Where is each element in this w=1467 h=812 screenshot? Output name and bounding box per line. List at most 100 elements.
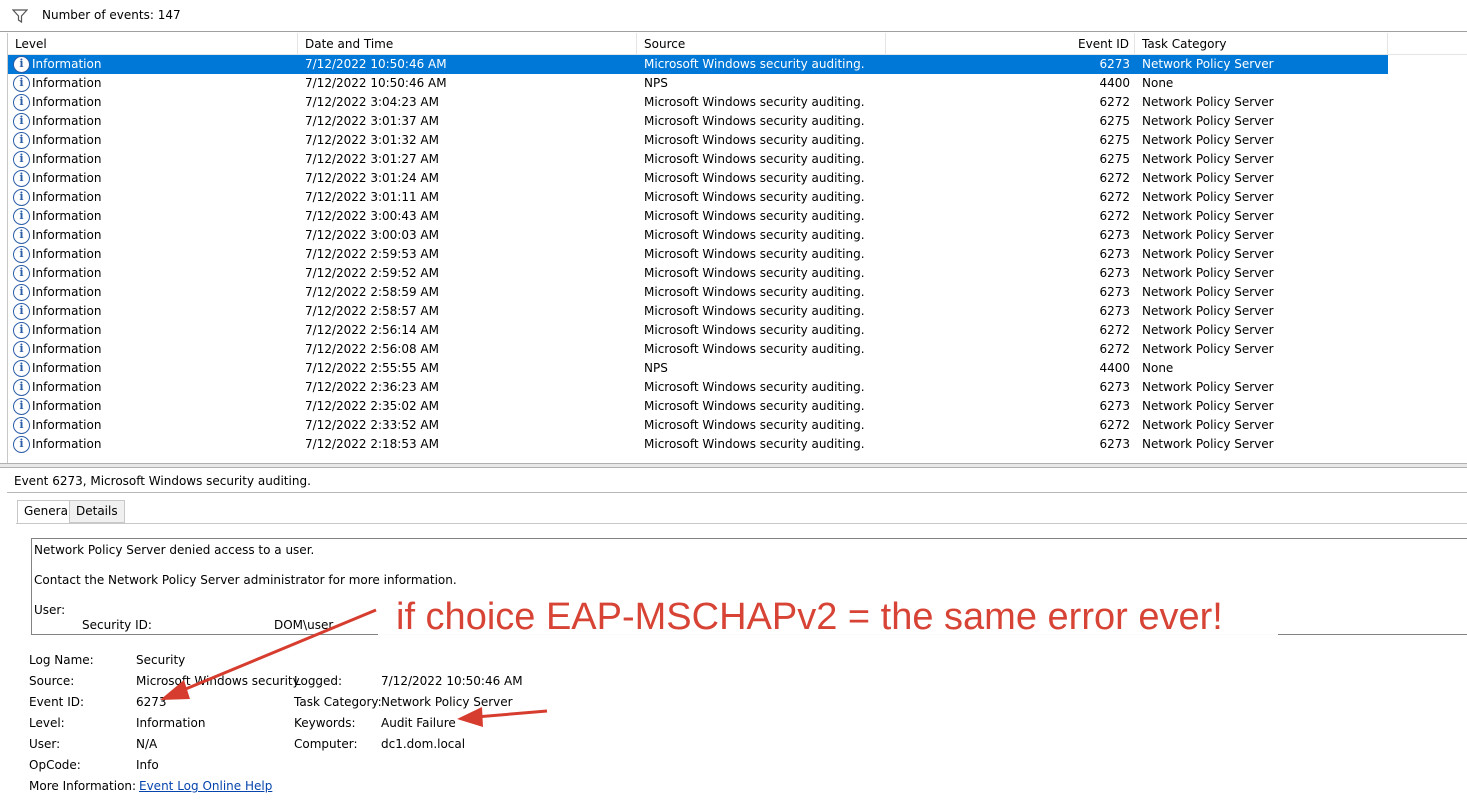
- table-row[interactable]: i Information 7/12/2022 2:35:02 AM Microsof…: [8, 397, 1388, 416]
- cell-date-time: 7/12/2022 2:18:53 AM: [305, 437, 439, 451]
- cell-source: Microsoft Windows security auditing.: [644, 190, 865, 204]
- events-grid[interactable]: Level Date and Time Source Event ID Task…: [7, 33, 1467, 463]
- cell-task-category: Network Policy Server: [1142, 266, 1274, 280]
- information-icon: i: [13, 246, 30, 263]
- filter-icon[interactable]: [12, 8, 28, 24]
- table-row[interactable]: i Information 7/12/2022 2:58:57 AM Microsof…: [8, 302, 1388, 321]
- cell-source: NPS: [644, 361, 668, 375]
- table-row[interactable]: i Information 7/12/2022 10:50:46 AM NPS 4400…: [8, 74, 1388, 93]
- event-id-value: 6273: [136, 695, 167, 709]
- column-header-source[interactable]: Source: [637, 33, 886, 55]
- table-row[interactable]: i Information 7/12/2022 3:01:32 AM Microsof…: [8, 131, 1388, 150]
- cell-event-id: 6272: [1099, 171, 1130, 185]
- information-icon: i: [13, 94, 30, 111]
- cell-source: Microsoft Windows security auditing.: [644, 57, 865, 71]
- table-row[interactable]: i Information 7/12/2022 3:00:43 AM Microsof…: [8, 207, 1388, 226]
- cell-date-time: 7/12/2022 2:59:53 AM: [305, 247, 439, 261]
- table-row[interactable]: i Information 7/12/2022 3:00:03 AM Microsof…: [8, 226, 1388, 245]
- cell-event-id: 6275: [1099, 133, 1130, 147]
- information-icon: i: [13, 341, 30, 358]
- information-icon: i: [13, 189, 30, 206]
- column-header-level[interactable]: Level: [8, 33, 298, 55]
- cell-level: Information: [32, 380, 102, 394]
- information-icon: i: [13, 284, 30, 301]
- cell-date-time: 7/12/2022 3:04:23 AM: [305, 95, 439, 109]
- cell-source: Microsoft Windows security auditing.: [644, 304, 865, 318]
- cell-event-id: 6275: [1099, 152, 1130, 166]
- table-row[interactable]: i Information 7/12/2022 2:55:55 AM NPS 4400 N…: [8, 359, 1388, 378]
- table-row[interactable]: i Information 7/12/2022 3:04:23 AM Microsof…: [8, 93, 1388, 112]
- cell-task-category: Network Policy Server: [1142, 399, 1274, 413]
- cell-level: Information: [32, 266, 102, 280]
- cell-task-category: Network Policy Server: [1142, 228, 1274, 242]
- cell-task-category: Network Policy Server: [1142, 437, 1274, 451]
- cell-event-id: 6273: [1099, 437, 1130, 451]
- cell-event-id: 6273: [1099, 380, 1130, 394]
- cell-date-time: 7/12/2022 3:01:27 AM: [305, 152, 439, 166]
- cell-level: Information: [32, 323, 102, 337]
- table-row[interactable]: i Information 7/12/2022 2:59:52 AM Microsof…: [8, 264, 1388, 283]
- cell-task-category: Network Policy Server: [1142, 342, 1274, 356]
- cell-task-category: Network Policy Server: [1142, 247, 1274, 261]
- event-count-label: Number of events: 147: [42, 8, 181, 22]
- table-row[interactable]: i Information 7/12/2022 2:36:23 AM Microsof…: [8, 378, 1388, 397]
- cell-event-id: 6272: [1099, 209, 1130, 223]
- information-icon: i: [13, 398, 30, 415]
- cell-date-time: 7/12/2022 10:50:46 AM: [305, 76, 447, 90]
- table-row[interactable]: i Information 7/12/2022 3:01:27 AM Microsof…: [8, 150, 1388, 169]
- cell-date-time: 7/12/2022 2:56:08 AM: [305, 342, 439, 356]
- description-line-1: Network Policy Server denied access to a…: [34, 543, 315, 557]
- column-header-task-category[interactable]: Task Category: [1135, 33, 1388, 55]
- table-row[interactable]: i Information 7/12/2022 2:56:14 AM Microsof…: [8, 321, 1388, 340]
- table-row[interactable]: i Information 7/12/2022 10:50:46 AM Microso…: [8, 55, 1388, 74]
- cell-date-time: 7/12/2022 2:35:02 AM: [305, 399, 439, 413]
- log-name-value: Security: [136, 653, 186, 667]
- cell-task-category: Network Policy Server: [1142, 323, 1274, 337]
- tab-details[interactable]: Details: [69, 500, 125, 523]
- arrow-to-keywords: [475, 709, 548, 719]
- events-toolbar: Number of events: 147: [0, 0, 1467, 32]
- table-row[interactable]: i Information 7/12/2022 3:01:37 AM Microsof…: [8, 112, 1388, 131]
- table-row[interactable]: i Information 7/12/2022 2:33:52 AM Microsof…: [8, 416, 1388, 435]
- information-icon: i: [13, 265, 30, 282]
- table-row[interactable]: i Information 7/12/2022 3:01:24 AM Microsof…: [8, 169, 1388, 188]
- task-category-value: Network Policy Server: [381, 695, 513, 709]
- cell-level: Information: [32, 361, 102, 375]
- cell-date-time: 7/12/2022 3:00:03 AM: [305, 228, 439, 242]
- cell-date-time: 7/12/2022 2:58:59 AM: [305, 285, 439, 299]
- cell-date-time: 7/12/2022 3:01:32 AM: [305, 133, 439, 147]
- cell-source: Microsoft Windows security auditing.: [644, 380, 865, 394]
- table-row[interactable]: i Information 7/12/2022 3:01:11 AM Microsof…: [8, 188, 1388, 207]
- description-user-label: User:: [34, 603, 66, 617]
- cell-task-category: Network Policy Server: [1142, 418, 1274, 432]
- cell-date-time: 7/12/2022 10:50:46 AM: [305, 57, 447, 71]
- pane-splitter[interactable]: [0, 463, 1467, 468]
- table-row[interactable]: i Information 7/12/2022 2:58:59 AM Microsof…: [8, 283, 1388, 302]
- cell-task-category: Network Policy Server: [1142, 190, 1274, 204]
- cell-event-id: 6273: [1099, 266, 1130, 280]
- table-row[interactable]: i Information 7/12/2022 2:18:53 AM Microsof…: [8, 435, 1388, 454]
- level-label: Level:: [29, 716, 65, 730]
- column-header-event-id[interactable]: Event ID: [886, 33, 1135, 55]
- cell-level: Information: [32, 304, 102, 318]
- table-row[interactable]: i Information 7/12/2022 2:59:53 AM Microsof…: [8, 245, 1388, 264]
- task-category-label: Task Category:: [294, 695, 382, 709]
- description-line-2: Contact the Network Policy Server admini…: [34, 573, 457, 587]
- cell-date-time: 7/12/2022 2:58:57 AM: [305, 304, 439, 318]
- column-header-date[interactable]: Date and Time: [298, 33, 637, 55]
- cell-source: Microsoft Windows security auditing.: [644, 95, 865, 109]
- event-log-online-help-link[interactable]: Event Log Online Help: [139, 779, 272, 793]
- computer-label: Computer:: [294, 737, 358, 751]
- information-icon: i: [13, 227, 30, 244]
- cell-event-id: 6273: [1099, 247, 1130, 261]
- information-icon: i: [13, 322, 30, 339]
- keywords-value: Audit Failure: [381, 716, 456, 730]
- cell-task-category: Network Policy Server: [1142, 209, 1274, 223]
- source-value: Microsoft Windows security: [136, 674, 300, 688]
- cell-task-category: Network Policy Server: [1142, 152, 1274, 166]
- table-row[interactable]: i Information 7/12/2022 2:56:08 AM Microsof…: [8, 340, 1388, 359]
- cell-task-category: Network Policy Server: [1142, 304, 1274, 318]
- cell-source: Microsoft Windows security auditing.: [644, 437, 865, 451]
- cell-level: Information: [32, 57, 102, 71]
- cell-event-id: 6273: [1099, 57, 1130, 71]
